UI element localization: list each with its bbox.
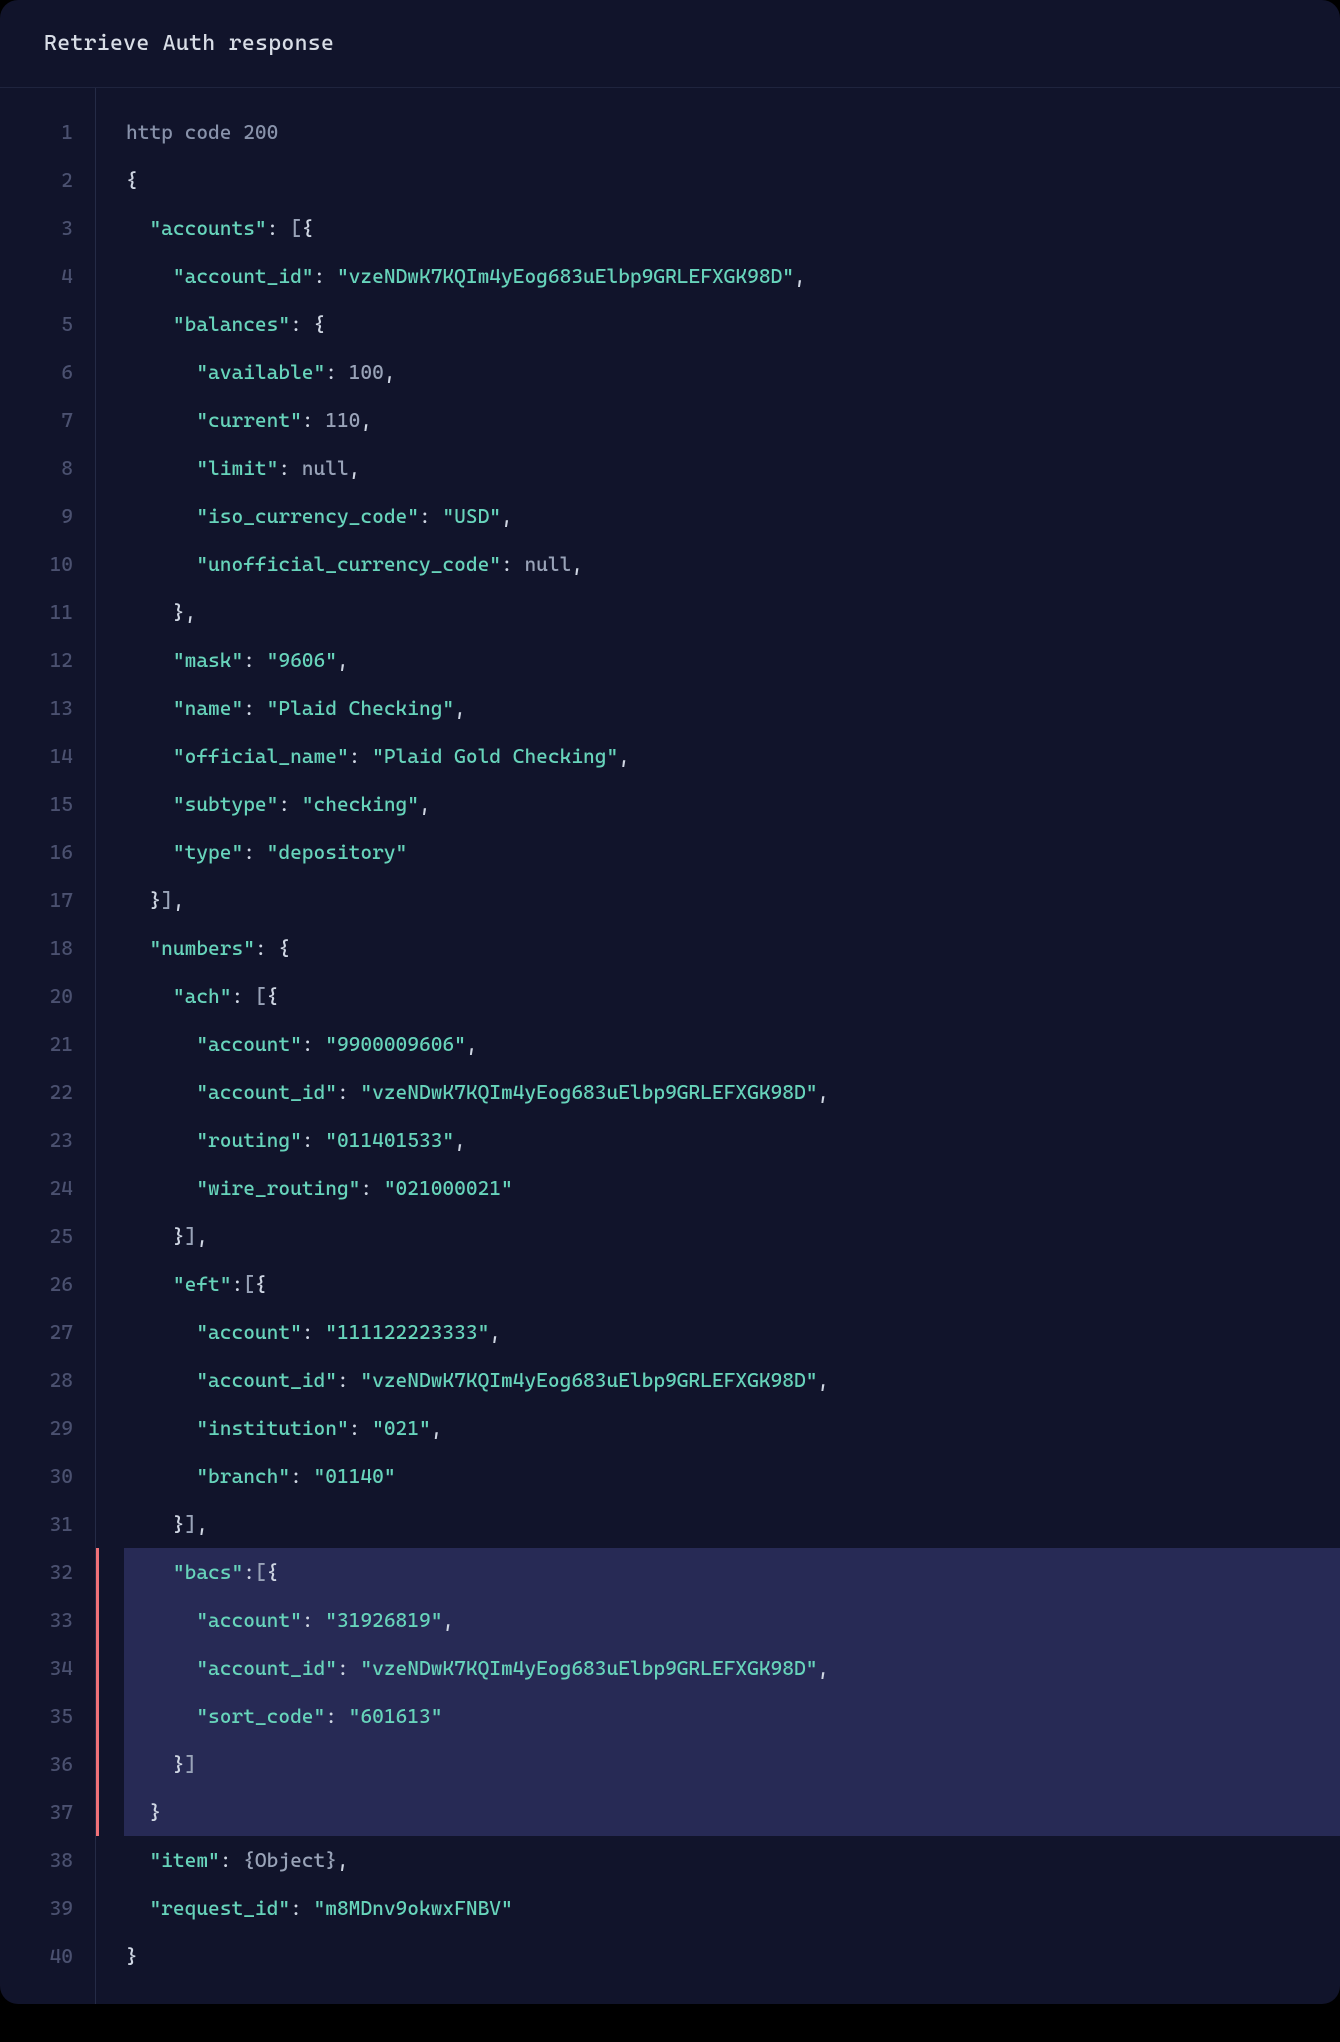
line-number: 33 bbox=[0, 1596, 73, 1644]
line-number: 24 bbox=[0, 1164, 73, 1212]
code-line: http code 200 bbox=[124, 108, 1340, 156]
line-number: 2 bbox=[0, 156, 73, 204]
line-number: 39 bbox=[0, 1884, 73, 1932]
panel-title: Retrieve Auth response bbox=[0, 0, 1340, 88]
line-number: 26 bbox=[0, 1260, 73, 1308]
line-number: 22 bbox=[0, 1068, 73, 1116]
code-area: 1234567891011121314151617182021222324252… bbox=[0, 88, 1340, 2004]
code-line: "name": "Plaid Checking", bbox=[124, 684, 1340, 732]
code-line: }] bbox=[124, 1740, 1340, 1788]
code-line: "numbers": { bbox=[124, 924, 1340, 972]
code-line: "available": 100, bbox=[124, 348, 1340, 396]
code-line: "request_id": "m8MDnv9okwxFNBV" bbox=[124, 1884, 1340, 1932]
line-number: 34 bbox=[0, 1644, 73, 1692]
line-number: 4 bbox=[0, 252, 73, 300]
line-number: 12 bbox=[0, 636, 73, 684]
line-number: 8 bbox=[0, 444, 73, 492]
code-line: "ach": [{ bbox=[124, 972, 1340, 1020]
code-line: "institution": "021", bbox=[124, 1404, 1340, 1452]
line-number: 36 bbox=[0, 1740, 73, 1788]
code-line: "account_id": "vzeNDwK7KQIm4yEog683uElbp… bbox=[124, 252, 1340, 300]
code-line: "account_id": "vzeNDwK7KQIm4yEog683uElbp… bbox=[124, 1068, 1340, 1116]
line-number: 29 bbox=[0, 1404, 73, 1452]
line-number: 16 bbox=[0, 828, 73, 876]
line-number: 10 bbox=[0, 540, 73, 588]
code-line: "bacs":[{ bbox=[124, 1548, 1340, 1596]
line-number: 6 bbox=[0, 348, 73, 396]
line-number: 14 bbox=[0, 732, 73, 780]
line-number: 21 bbox=[0, 1020, 73, 1068]
code-line: "subtype": "checking", bbox=[124, 780, 1340, 828]
code-line: "eft":[{ bbox=[124, 1260, 1340, 1308]
line-number: 5 bbox=[0, 300, 73, 348]
code-line: "item": {Object}, bbox=[124, 1836, 1340, 1884]
line-number: 35 bbox=[0, 1692, 73, 1740]
code-line: "sort_code": "601613" bbox=[124, 1692, 1340, 1740]
line-number: 20 bbox=[0, 972, 73, 1020]
line-gutter: 1234567891011121314151617182021222324252… bbox=[0, 88, 96, 2004]
code-line: }], bbox=[124, 1212, 1340, 1260]
line-number: 37 bbox=[0, 1788, 73, 1836]
code-line: }], bbox=[124, 876, 1340, 924]
code-line: "account_id": "vzeNDwK7KQIm4yEog683uElbp… bbox=[124, 1644, 1340, 1692]
line-number: 17 bbox=[0, 876, 73, 924]
line-number: 9 bbox=[0, 492, 73, 540]
code-line: "routing": "011401533", bbox=[124, 1116, 1340, 1164]
code-line: "mask": "9606", bbox=[124, 636, 1340, 684]
line-number: 40 bbox=[0, 1932, 73, 1980]
line-number: 1 bbox=[0, 108, 73, 156]
code-line: "account_id": "vzeNDwK7KQIm4yEog683uElbp… bbox=[124, 1356, 1340, 1404]
line-number: 25 bbox=[0, 1212, 73, 1260]
code-line: "account": "9900009606", bbox=[124, 1020, 1340, 1068]
code-line: }, bbox=[124, 588, 1340, 636]
code-line: "branch": "01140" bbox=[124, 1452, 1340, 1500]
code-line: "account": "31926819", bbox=[124, 1596, 1340, 1644]
code-line: } bbox=[124, 1932, 1340, 1980]
line-number: 13 bbox=[0, 684, 73, 732]
line-number: 15 bbox=[0, 780, 73, 828]
line-number: 27 bbox=[0, 1308, 73, 1356]
line-number: 18 bbox=[0, 924, 73, 972]
line-number: 32 bbox=[0, 1548, 73, 1596]
line-number: 28 bbox=[0, 1356, 73, 1404]
code-line: "wire_routing": "021000021" bbox=[124, 1164, 1340, 1212]
code-line: "current": 110, bbox=[124, 396, 1340, 444]
line-number: 23 bbox=[0, 1116, 73, 1164]
code-line: { bbox=[124, 156, 1340, 204]
code-line: "accounts": [{ bbox=[124, 204, 1340, 252]
code-line: "type": "depository" bbox=[124, 828, 1340, 876]
code-line: "account": "111122223333", bbox=[124, 1308, 1340, 1356]
code-line: "official_name": "Plaid Gold Checking", bbox=[124, 732, 1340, 780]
line-number: 3 bbox=[0, 204, 73, 252]
line-number: 7 bbox=[0, 396, 73, 444]
code-line: "unofficial_currency_code": null, bbox=[124, 540, 1340, 588]
code-line: }], bbox=[124, 1500, 1340, 1548]
line-number: 38 bbox=[0, 1836, 73, 1884]
line-number: 11 bbox=[0, 588, 73, 636]
code-body[interactable]: http code 200{ "accounts": [{ "account_i… bbox=[96, 88, 1340, 2004]
code-line: "limit": null, bbox=[124, 444, 1340, 492]
line-number: 31 bbox=[0, 1500, 73, 1548]
code-panel: Retrieve Auth response 12345678910111213… bbox=[0, 0, 1340, 2004]
code-line: } bbox=[124, 1788, 1340, 1836]
code-line: "balances": { bbox=[124, 300, 1340, 348]
code-line: "iso_currency_code": "USD", bbox=[124, 492, 1340, 540]
line-number: 30 bbox=[0, 1452, 73, 1500]
